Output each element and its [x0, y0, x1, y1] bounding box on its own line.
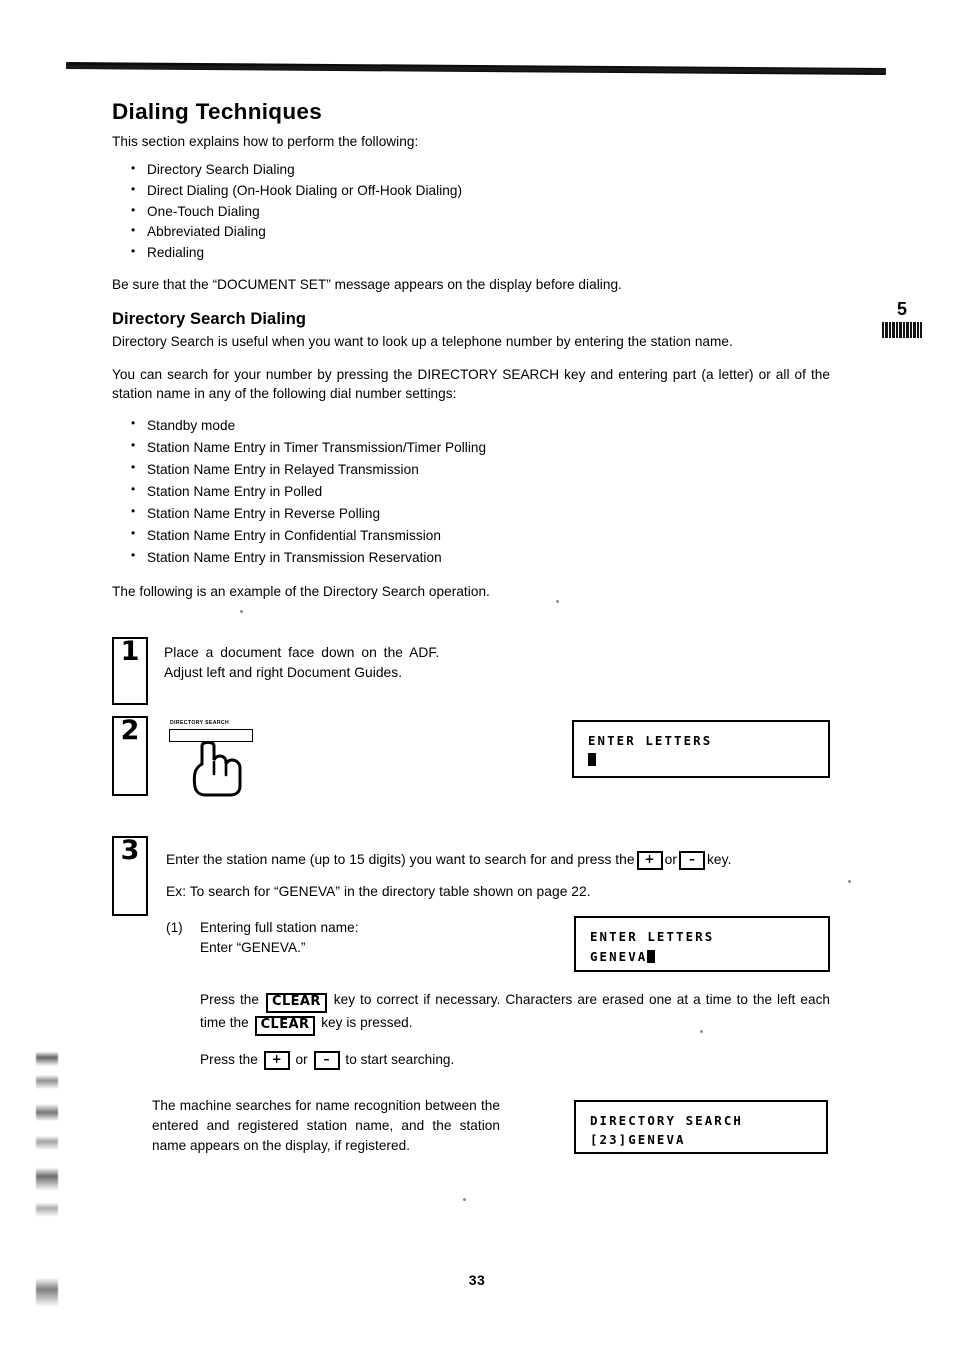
scan-speck [700, 1030, 703, 1033]
lcd-display-directory-search-result: DIRECTORY SEARCH [23]GENEVA [574, 1100, 828, 1155]
page-number: 33 [468, 1272, 486, 1288]
pressing-hand-icon [192, 741, 242, 797]
step-1: 1 Place a document face down on the ADF.… [112, 636, 830, 705]
lcd-line-2: [23]GENEVA [590, 1132, 686, 1148]
plus-key-icon[interactable]: + [263, 1051, 290, 1071]
search-post: to start searching. [345, 1052, 455, 1068]
scan-speck [463, 1198, 466, 1201]
lcd-display-enter-letters: ENTER LETTERS [572, 719, 830, 778]
plus-key-icon[interactable]: + [636, 850, 663, 870]
techniques-list: Directory Search Dialing Direct Dialing … [112, 159, 830, 264]
lcd-display-2-wrap: ENTER LETTERS GENEVA [574, 916, 830, 973]
step-3-body: Enter the station name (up to 15 digits)… [166, 836, 830, 902]
page-content: Dialing Techniques This section explains… [112, 99, 830, 1156]
minus-key-icon[interactable]: – [678, 850, 705, 870]
page-title: Dialing Techniques [112, 99, 323, 124]
clear-key-instruction: Press the CLEAR key to correct if necess… [200, 990, 830, 1037]
step-number: 3 [120, 834, 140, 866]
directory-search-heading: Directory Search Dialing [112, 310, 307, 329]
result-text-wrap: The machine searches for name recognitio… [152, 1096, 500, 1156]
list-item: Station Name Entry in Polled [130, 480, 830, 503]
step-1-body: Place a document face down on the ADF. A… [164, 637, 830, 684]
lcd-cursor-icon [588, 753, 596, 767]
document-set-note: Be sure that the “DOCUMENT SET” message … [112, 277, 622, 293]
chapter-tab-marker: 5 [874, 300, 930, 338]
directory-search-key-icon[interactable] [169, 728, 253, 742]
substep-marker: (1) [166, 920, 183, 936]
lcd-cursor-icon [647, 949, 656, 963]
directory-search-key-label: DIRECTORY SEARCH [170, 719, 230, 726]
list-item: Direct Dialing (On-Hook Dialing or Off-H… [130, 180, 830, 202]
step-2: 2 DIRECTORY SEARCH ENTER LETTERS [112, 714, 830, 797]
header-rule [65, 62, 887, 76]
list-item: Station Name Entry in Relayed Transmissi… [130, 458, 830, 481]
lcd-line-1: DIRECTORY SEARCH [590, 1113, 743, 1129]
list-item: Station Name Entry in Confidential Trans… [130, 524, 830, 547]
scan-speck [556, 600, 559, 603]
substep-1: (1) Entering full station name: Enter “GE… [166, 916, 830, 973]
list-item: Abbreviated Dialing [130, 221, 830, 243]
section-intro: This section explains how to perform the… [112, 133, 419, 149]
chapter-tab-bar-icon [882, 322, 922, 338]
clear-key-icon[interactable]: CLEAR [266, 993, 327, 1014]
list-item: Directory Search Dialing [130, 159, 830, 181]
step-2-left: 2 DIRECTORY SEARCH [112, 714, 282, 797]
step-2-body: DIRECTORY SEARCH [164, 716, 282, 797]
lcd-line-2 [588, 750, 816, 769]
scan-speck [240, 610, 243, 613]
step-number-box: 2 [112, 714, 148, 796]
substep-1-line: (1) Entering full station name: [166, 918, 486, 937]
step-3-instruction-pre: Enter the station name (up to 15 digits)… [166, 851, 635, 867]
lcd-line-2: GENEVA [590, 947, 816, 966]
substep-1-line-1: Entering full station name: [200, 920, 359, 936]
list-item: Redialing [130, 242, 830, 264]
substep-1-line-2: Enter “GENEVA.” [200, 939, 306, 955]
directory-search-key-illustration: DIRECTORY SEARCH [166, 719, 276, 797]
step-number-box: 1 [112, 635, 148, 705]
step-3-instruction-post: key. [706, 851, 732, 867]
chapter-number: 5 [896, 299, 907, 319]
step-3: 3 Enter the station name (up to 15 digit… [112, 835, 830, 916]
lcd-display-1-wrap: ENTER LETTERS [572, 719, 830, 778]
directory-search-explanation: You can search for your number by pressi… [112, 366, 830, 401]
step-number: 1 [120, 635, 140, 667]
step-1-line-1: Place a document face down on the ADF. [164, 644, 440, 660]
step-number-box: 3 [112, 834, 148, 916]
step-3-or: or [664, 851, 677, 867]
step-number: 2 [120, 714, 140, 746]
list-item: One-Touch Dialing [130, 201, 830, 223]
dial-number-settings-list: Standby mode Station Name Entry in Timer… [112, 414, 830, 569]
search-or: or [295, 1052, 308, 1068]
substep-1-text: (1) Entering full station name: Enter “GE… [166, 918, 486, 957]
list-item: Station Name Entry in Timer Transmission… [130, 436, 830, 459]
clear-post: key is pressed. [321, 1015, 413, 1031]
manual-page: 5 Dialing Techniques This section explai… [0, 0, 954, 1349]
lcd-display-3-wrap: DIRECTORY SEARCH [23]GENEVA [574, 1100, 828, 1155]
lcd-line-1: ENTER LETTERS [588, 732, 713, 748]
clear-pre: Press the [200, 992, 260, 1008]
lcd-line-1: ENTER LETTERS [590, 929, 715, 945]
directory-search-lead: Directory Search is useful when you want… [112, 334, 733, 350]
result-text: The machine searches for name recognitio… [152, 1098, 500, 1154]
lcd-line-2-text: GENEVA [590, 948, 648, 964]
example-lead: The following is an example of the Direc… [112, 584, 490, 600]
step-1-line-2: Adjust left and right Document Guides. [164, 665, 403, 681]
step-3-example: Ex: To search for “GENEVA” in the direct… [166, 883, 591, 899]
list-item: Station Name Entry in Reverse Polling [130, 502, 830, 525]
lcd-display-geneva: ENTER LETTERS GENEVA [574, 916, 830, 973]
scan-speck [848, 880, 851, 883]
start-searching-instruction: Press the + or – to start searching. [200, 1050, 830, 1071]
list-item: Station Name Entry in Transmission Reser… [130, 546, 830, 569]
list-item: Standby mode [130, 414, 830, 437]
result-block: The machine searches for name recognitio… [152, 1096, 828, 1156]
clear-key-icon[interactable]: CLEAR [254, 1016, 316, 1037]
minus-key-icon[interactable]: – [313, 1051, 340, 1071]
search-pre: Press the [200, 1052, 258, 1068]
step-3-instruction: Enter the station name (up to 15 digits)… [166, 850, 830, 871]
